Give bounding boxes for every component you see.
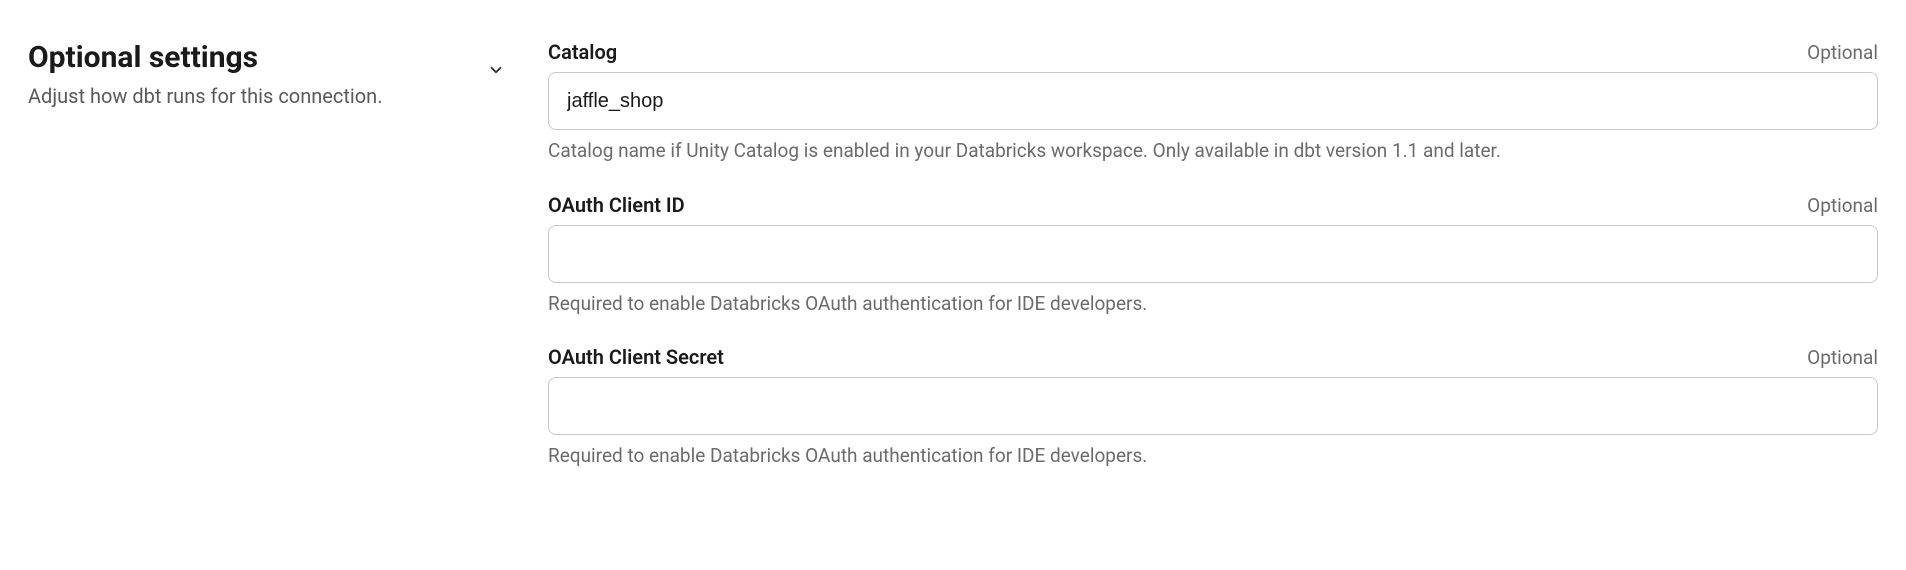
oauth-client-id-optional-badge: Optional — [1807, 194, 1878, 217]
optional-settings-container: Optional settings Adjust how dbt runs fo… — [28, 40, 1878, 498]
fields-column: Catalog Optional Catalog name if Unity C… — [548, 40, 1878, 498]
catalog-label-row: Catalog Optional — [548, 40, 1878, 64]
section-subtitle: Adjust how dbt runs for this connection. — [28, 82, 383, 110]
oauth-client-id-input[interactable] — [548, 225, 1878, 283]
catalog-help-text: Catalog name if Unity Catalog is enabled… — [548, 138, 1878, 165]
section-header: Optional settings Adjust how dbt runs fo… — [28, 40, 508, 110]
oauth-client-secret-help-text: Required to enable Databricks OAuth auth… — [548, 443, 1878, 470]
chevron-down-icon[interactable] — [484, 58, 508, 82]
catalog-field-group: Catalog Optional Catalog name if Unity C… — [548, 40, 1878, 165]
oauth-client-id-label: OAuth Client ID — [548, 193, 685, 217]
section-title: Optional settings — [28, 40, 383, 76]
oauth-client-secret-input[interactable] — [548, 377, 1878, 435]
oauth-client-id-field-group: OAuth Client ID Optional Required to ena… — [548, 193, 1878, 318]
oauth-client-id-label-row: OAuth Client ID Optional — [548, 193, 1878, 217]
catalog-optional-badge: Optional — [1807, 41, 1878, 64]
catalog-label: Catalog — [548, 40, 617, 64]
oauth-client-secret-optional-badge: Optional — [1807, 346, 1878, 369]
oauth-client-secret-label: OAuth Client Secret — [548, 345, 724, 369]
oauth-client-id-help-text: Required to enable Databricks OAuth auth… — [548, 291, 1878, 318]
oauth-client-secret-field-group: OAuth Client Secret Optional Required to… — [548, 345, 1878, 470]
oauth-client-secret-label-row: OAuth Client Secret Optional — [548, 345, 1878, 369]
catalog-input[interactable] — [548, 72, 1878, 130]
section-header-column: Optional settings Adjust how dbt runs fo… — [28, 40, 508, 498]
